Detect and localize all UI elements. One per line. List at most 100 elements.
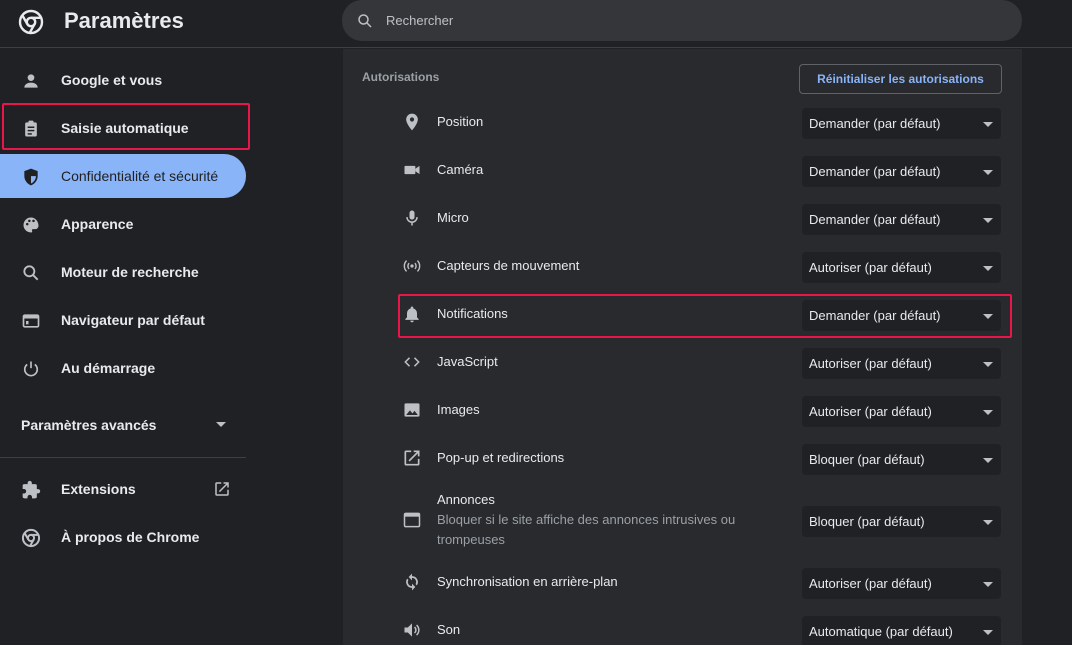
chevron-down-icon[interactable] [216,422,226,427]
dropdown-arrow-icon [983,170,993,175]
permission-row-micro[interactable]: Micro Demander (par défaut) [343,194,1022,242]
open-in-new-icon [402,448,422,468]
permissions-card: Autorisations Réinitialiser les autorisa… [343,49,1022,645]
permission-row-notifications[interactable]: Notifications Demander (par défaut) [343,290,1022,338]
select-value: Autoriser (par défaut) [809,404,932,419]
person-icon [21,71,41,91]
dropdown-arrow-icon [983,520,993,525]
sidebar-item-au-demarrage[interactable]: Au démarrage [0,346,246,390]
reset-permissions-button[interactable]: Réinitialiser les autorisations [799,64,1002,94]
permission-description: Bloquer si le site affiche des annonces … [437,512,736,547]
dropdown-arrow-icon [983,458,993,463]
header: Paramètres [0,0,1072,48]
sidebar-item-moteur-de-recherche[interactable]: Moteur de recherche [0,250,246,294]
camera-icon [402,160,422,180]
permission-select[interactable]: Autoriser (par défaut) [802,396,1001,427]
permission-label: Annonces [437,492,495,507]
search-input[interactable] [386,0,986,41]
permission-label: Notifications [437,306,508,321]
ad-window-icon [402,510,422,530]
clipboard-icon [21,119,41,139]
select-value: Bloquer (par défaut) [809,514,925,529]
permission-select[interactable]: Autoriser (par défaut) [802,348,1001,379]
permission-row-son[interactable]: Son Automatique (par défaut) [343,606,1022,645]
permission-row-synchronisation[interactable]: Synchronisation en arrière-plan Autorise… [343,558,1022,606]
sidebar-item-label: Confidentialité et sécurité [61,168,219,184]
sidebar-divider [0,457,246,458]
permission-row-javascript[interactable]: JavaScript Autoriser (par défaut) [343,338,1022,386]
dropdown-arrow-icon [983,314,993,319]
palette-icon [21,215,41,235]
dropdown-arrow-icon [983,582,993,587]
permission-select[interactable]: Bloquer (par défaut) [802,444,1001,475]
permission-select[interactable]: Demander (par défaut) [802,300,1001,331]
sidebar-item-label: Apparence [61,216,134,232]
permission-select[interactable]: Autoriser (par défaut) [802,252,1001,283]
permission-select[interactable]: Demander (par défaut) [802,108,1001,139]
select-value: Demander (par défaut) [809,116,941,131]
location-pin-icon [402,112,422,132]
select-value: Autoriser (par défaut) [809,356,932,371]
sync-icon [402,572,422,592]
code-icon [402,352,422,372]
select-value: Bloquer (par défaut) [809,452,925,467]
sidebar-item-label: Extensions [61,481,136,497]
power-icon [21,359,41,379]
shield-icon [21,167,41,187]
speaker-icon [402,620,422,640]
sidebar-item-apparence[interactable]: Apparence [0,202,246,246]
sidebar-item-google-et-vous[interactable]: Google et vous [0,58,246,102]
search-icon [356,12,374,30]
sidebar-item-a-propos[interactable]: À propos de Chrome [0,515,246,559]
permission-row-images[interactable]: Images Autoriser (par défaut) [343,386,1022,434]
sidebar-item-label: Google et vous [61,72,163,88]
sidebar-item-label: Saisie automatique [61,120,189,136]
sidebar-item-saisie-automatique[interactable]: Saisie automatique [0,106,246,150]
select-value: Autoriser (par défaut) [809,260,932,275]
permission-row-capteurs[interactable]: Capteurs de mouvement Autoriser (par déf… [343,242,1022,290]
permission-select[interactable]: Automatique (par défaut) [802,616,1001,645]
permission-label: Caméra [437,162,484,177]
sidebar-item-navigateur-par-defaut[interactable]: Navigateur par défaut [0,298,246,342]
permission-label: Images [437,402,480,417]
browser-icon [21,311,41,331]
permission-label: Synchronisation en arrière-plan [437,574,618,589]
select-value: Demander (par défaut) [809,164,941,179]
permission-label: JavaScript [437,354,498,369]
chrome-logo-icon [18,9,44,35]
open-in-new-icon[interactable] [213,480,231,498]
permission-label: Capteurs de mouvement [437,258,580,273]
dropdown-arrow-icon [983,630,993,635]
permission-select[interactable]: Demander (par défaut) [802,204,1001,235]
sidebar-item-label: Au démarrage [61,360,156,376]
page-title: Paramètres [64,8,184,33]
sidebar-item-label: Moteur de recherche [61,264,199,280]
dropdown-arrow-icon [983,410,993,415]
image-icon [402,400,422,420]
permission-label: Micro [437,210,469,225]
dropdown-arrow-icon [983,218,993,223]
permission-label: Pop-up et redirections [437,450,565,465]
permission-select[interactable]: Autoriser (par défaut) [802,568,1001,599]
permission-row-position[interactable]: Position Demander (par défaut) [343,98,1022,146]
bell-icon [402,304,422,324]
sidebar-item-confidentialite[interactable]: Confidentialité et sécurité [0,154,246,198]
select-value: Autoriser (par défaut) [809,576,932,591]
sensors-icon [402,256,422,276]
permission-label: Son [437,622,461,637]
sidebar: Google et vous Saisie automatique Confid… [0,49,250,645]
permission-select[interactable]: Demander (par défaut) [802,156,1001,187]
dropdown-arrow-icon [983,266,993,271]
chrome-logo-icon [21,528,41,548]
dropdown-arrow-icon [983,362,993,367]
sidebar-item-extensions[interactable]: Extensions [0,467,246,511]
search-box[interactable] [342,0,1022,41]
select-value: Demander (par défaut) [809,212,941,227]
section-title: Autorisations [362,70,440,84]
permission-row-annonces[interactable]: Annonces Bloquer si le site affiche des … [343,482,1022,558]
permission-label: Position [437,114,484,129]
permission-row-camera[interactable]: Caméra Demander (par défaut) [343,146,1022,194]
advanced-settings-toggle[interactable]: Paramètres avancés [21,417,156,433]
permission-select[interactable]: Bloquer (par défaut) [802,506,1001,537]
permission-row-popup[interactable]: Pop-up et redirections Bloquer (par défa… [343,434,1022,482]
